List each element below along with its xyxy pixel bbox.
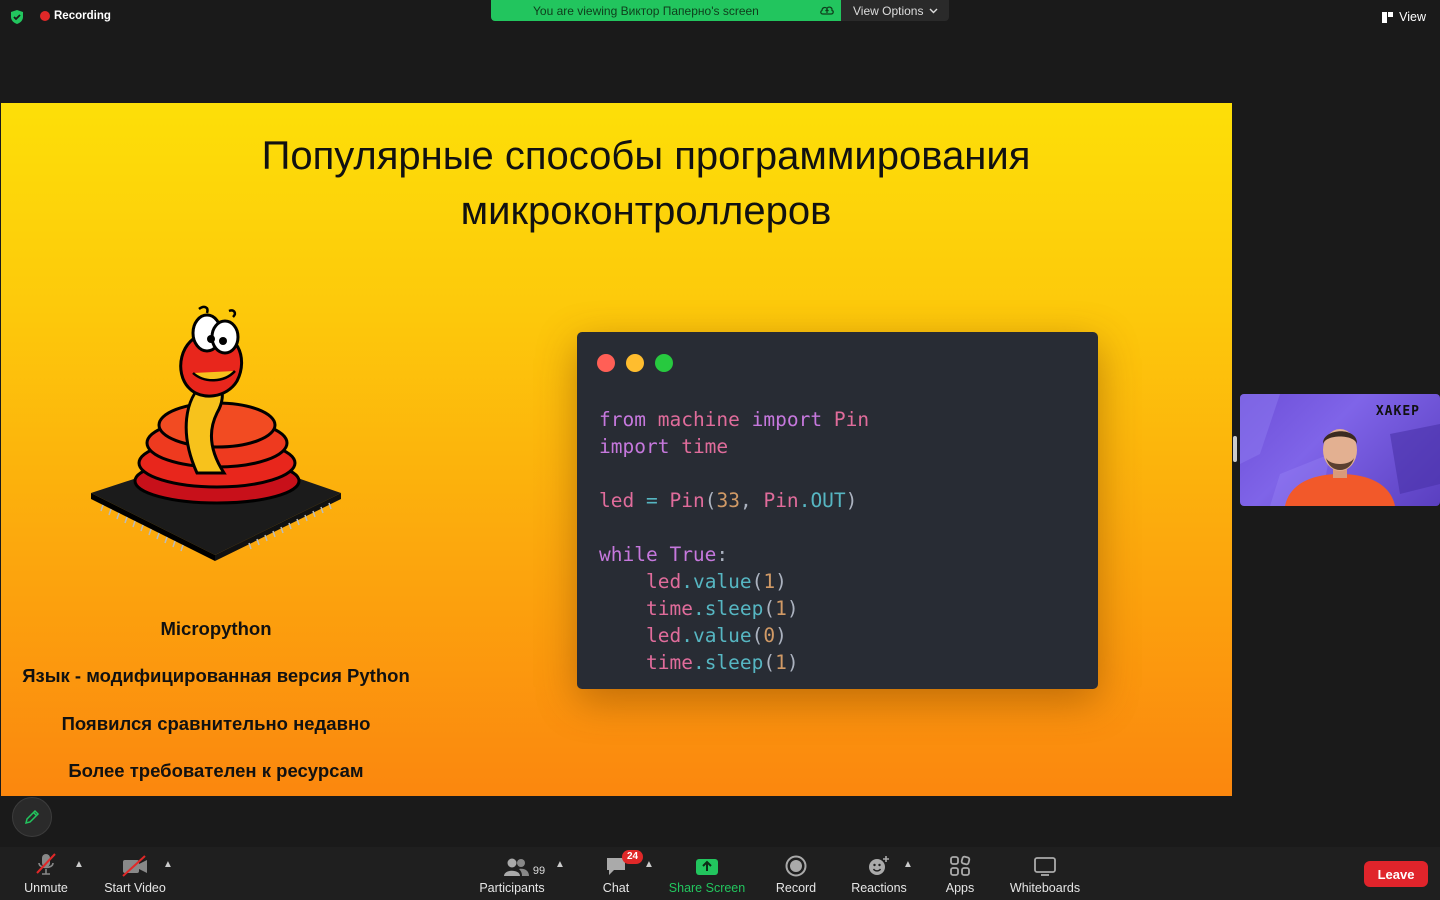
video-options-caret-icon[interactable]: ▲ (163, 859, 173, 870)
recording-indicator[interactable]: Recording (40, 10, 111, 22)
whiteboards-button[interactable]: Whiteboards (1005, 847, 1085, 900)
recording-label: Recording (54, 10, 111, 22)
slide-title: Популярные способы программирования микр… (1, 129, 1232, 239)
chevron-down-icon (929, 8, 938, 13)
mic-muted-icon (36, 853, 56, 875)
smiley-plus-icon (869, 856, 889, 875)
code-line: led.value(1) (645, 570, 787, 593)
shared-screen-slide: Популярные способы программирования микр… (1, 103, 1232, 796)
code-line: import time (599, 435, 729, 458)
participants-options-caret-icon[interactable]: ▲ (555, 859, 565, 870)
whiteboard-icon (1034, 857, 1056, 876)
unmute-button[interactable]: Unmute (20, 847, 72, 900)
code-block: from machine import Pin import time led =… (599, 406, 869, 676)
annotate-button[interactable] (12, 797, 52, 837)
start-video-button[interactable]: Start Video (100, 847, 170, 900)
code-line: time.sleep(1) (645, 651, 799, 674)
chat-options-caret-icon[interactable]: ▲ (644, 859, 654, 870)
bullet-item: Язык - модифицированная версия Python (22, 665, 410, 686)
participants-icon (503, 858, 529, 876)
apps-button[interactable]: Apps (940, 847, 980, 900)
chat-button[interactable]: 24 Chat (596, 847, 644, 900)
close-dot-icon (597, 354, 615, 372)
minimize-dot-icon (626, 354, 644, 372)
cloud-upload-icon[interactable] (819, 3, 835, 17)
participant-figure (1285, 429, 1395, 506)
leave-button[interactable]: Leave (1364, 861, 1428, 887)
view-options-label: View Options (853, 3, 924, 18)
viewing-banner-text: You are viewing Виктор Паперно's screen (533, 4, 759, 18)
bullet-item: Более требователен к ресурсам (68, 760, 364, 781)
chat-label: Chat (602, 881, 630, 895)
code-line: time.sleep(1) (645, 597, 799, 620)
record-button[interactable]: Record (772, 847, 820, 900)
unmute-label: Unmute (24, 881, 68, 895)
top-bar: Recording You are viewing Виктор Паперно… (0, 0, 1440, 34)
pencil-icon (24, 809, 40, 825)
record-label: Record (775, 881, 817, 895)
audio-options-caret-icon[interactable]: ▲ (74, 859, 84, 870)
reactions-options-caret-icon[interactable]: ▲ (903, 859, 913, 870)
share-screen-label: Share Screen (668, 881, 746, 895)
meeting-toolbar: Unmute ▲ Start Video ▲ 99 Participants ▲… (0, 847, 1440, 900)
bullet-item: Появился сравнительно недавно (61, 713, 371, 734)
zoom-meeting-window: Recording You are viewing Виктор Паперно… (0, 0, 1440, 900)
recording-dot-icon (40, 11, 50, 21)
start-video-label: Start Video (104, 881, 166, 895)
participants-count: 99 (532, 865, 546, 877)
share-screen-icon (696, 859, 718, 875)
code-line: led = Pin(33, Pin.OUT) (599, 489, 858, 512)
maximize-dot-icon (655, 354, 673, 372)
reactions-label: Reactions (851, 881, 907, 895)
viewing-banner: You are viewing Виктор Паперно's screen (491, 0, 841, 21)
code-line: from machine import Pin (599, 408, 870, 431)
record-icon (785, 855, 807, 877)
reactions-button[interactable]: Reactions (848, 847, 910, 900)
share-screen-button[interactable]: Share Screen (666, 847, 748, 900)
bullet-item: Micropython (160, 618, 272, 639)
slide-title-line2: микроконтроллеров (460, 189, 832, 233)
micropython-snake-logo (91, 305, 341, 561)
participant-video-thumbnail[interactable]: ХАКЕР (1240, 394, 1440, 506)
code-window: from machine import Pin import time led =… (577, 332, 1098, 689)
view-button[interactable]: View (1382, 10, 1426, 24)
panel-resize-handle[interactable] (1233, 436, 1237, 462)
apps-icon (950, 855, 971, 876)
apps-label: Apps (945, 881, 975, 895)
camera-off-icon (122, 855, 147, 877)
participants-button[interactable]: 99 Participants (476, 847, 548, 900)
security-shield-icon[interactable] (9, 9, 25, 25)
view-label: View (1399, 10, 1426, 24)
view-layout-icon (1382, 11, 1394, 23)
view-options-button[interactable]: View Options (841, 0, 949, 21)
slide-title-line1: Популярные способы программирования (261, 134, 1031, 178)
participants-label: Participants (479, 881, 545, 895)
chat-unread-badge: 24 (622, 850, 644, 864)
whiteboards-label: Whiteboards (1009, 881, 1081, 895)
window-controls (597, 354, 673, 372)
code-line: led.value(0) (645, 624, 787, 647)
code-line: while True: (599, 543, 729, 566)
